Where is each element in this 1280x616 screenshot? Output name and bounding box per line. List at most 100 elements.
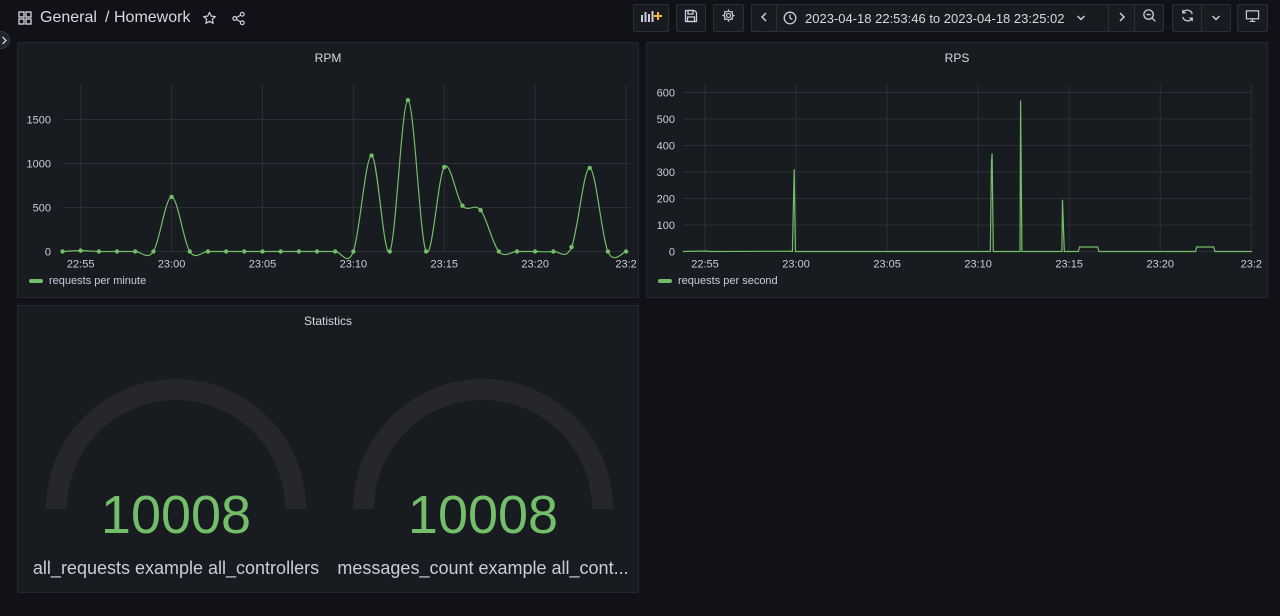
chevron-down-icon [1076,14,1086,22]
data-point [532,249,538,254]
data-point [605,249,611,254]
chart-grid [683,85,1253,252]
data-point [351,249,356,254]
save-icon [684,9,698,28]
y-tick-label: 100 [657,220,675,232]
data-point [133,249,138,254]
legend-label: requests per second [678,275,778,287]
statistics-panel[interactable]: Statistics 10008 all_requests example al… [17,305,639,593]
data-point [333,249,338,254]
data-point [114,249,120,254]
gauge-label: messages_count example all_cont... [337,558,629,578]
data-point [551,249,556,254]
data-point [569,244,574,250]
x-tick-label: 23:10 [964,259,992,271]
x-tick-label: 22:55 [691,259,719,271]
data-point [314,249,320,254]
x-tick-label: 23:00 [158,259,186,271]
legend-swatch [658,279,672,283]
data-point [514,249,520,254]
data-point [60,249,65,254]
kiosk-mode-button[interactable] [1237,4,1268,32]
refresh-icon [1180,8,1195,28]
data-point [405,97,411,103]
refresh-button[interactable] [1172,4,1202,32]
series-line [682,100,1252,253]
data-point [478,207,483,213]
gauge-label: all_requests example all_controllers [32,558,320,578]
data-point [223,249,229,254]
data-point [260,249,265,254]
data-point [242,249,247,254]
dashboard-navbar: General / Homework 2023-04-18 22:53:46 t… [0,0,1280,36]
x-tick-label: 23:00 [782,259,810,271]
gauge-value: 10008 [100,485,252,545]
data-point [96,249,102,254]
rpm-panel[interactable]: RPM 0 500 1000 1500 22:55 23:00 23:05 23:10 23:1… [17,42,639,298]
add-panel-icon [640,9,662,28]
data-point [369,153,374,158]
data-point [442,164,447,170]
zoom-out-button[interactable] [1134,4,1164,32]
x-tick-label: 22:55 [67,259,95,271]
chart-grid [63,85,630,252]
time-shift-forward-button[interactable] [1108,4,1135,32]
x-tick-label: 23:2 [615,259,636,271]
data-point [623,249,629,254]
dashboard-grid-icon[interactable] [17,10,33,26]
clock-icon [783,11,797,25]
y-tick-label: 300 [657,167,675,179]
y-tick-label: 600 [657,88,675,100]
y-tick-label: 500 [33,203,51,215]
chart-legend[interactable]: requests per minute [29,275,146,287]
chevron-down-icon [1211,9,1221,27]
y-tick-label: 500 [657,114,675,126]
data-point [460,203,465,208]
x-tick-label: 23:15 [431,259,459,271]
time-shift-back-button[interactable] [751,4,777,32]
refresh-interval-dropdown[interactable] [1201,4,1231,32]
x-tick-label: 23:15 [1055,259,1083,271]
star-icon[interactable] [201,10,217,26]
chevron-right-icon [1118,9,1126,27]
gauge-value: 10008 [407,485,559,545]
breadcrumb-folder[interactable]: General [40,8,97,28]
x-tick-label: 23:2 [1241,259,1262,271]
rpm-chart: 0 500 1000 1500 22:55 23:00 23:05 23:10 23:15 23:… [27,85,637,271]
data-point [387,249,392,254]
data-point [205,249,211,254]
y-tick-label: 1000 [27,159,51,171]
data-point [78,248,83,253]
settings-icon [721,8,736,28]
data-point [187,249,192,254]
x-tick-label: 23:05 [249,259,277,271]
data-point [169,194,174,200]
rps-panel[interactable]: RPS 0 100 200 300 400 500 600 22:55 23:00 23:05 23… [646,42,1268,298]
y-tick-label: 200 [657,194,675,206]
y-tick-label: 0 [45,247,51,259]
chevron-left-icon [760,9,768,27]
time-range-picker[interactable]: 2023-04-18 22:53:46 to 2023-04-18 23:25:… [776,4,1109,32]
data-point [151,249,156,254]
x-tick-label: 23:10 [340,259,368,271]
data-point [423,249,429,254]
share-icon[interactable] [230,10,246,26]
legend-label: requests per minute [49,275,147,287]
data-point [496,249,502,254]
chart-legend[interactable]: requests per second [658,275,778,287]
data-point [296,249,302,254]
add-panel-button[interactable] [633,4,669,32]
kiosk-icon [1245,9,1260,28]
x-tick-label: 23:20 [521,259,549,271]
dashboard-settings-button[interactable] [713,4,744,32]
x-tick-label: 23:05 [873,259,901,271]
save-dashboard-button[interactable] [676,4,706,32]
panel-title: Statistics [303,314,352,328]
chevron-right-icon [1,36,8,45]
breadcrumb-separator: / [105,9,110,26]
legend-swatch [29,279,43,283]
rps-chart: 0 100 200 300 400 500 600 22:55 23:00 23:05 23:10 2… [657,85,1262,271]
breadcrumb-dashboard-title: Homework [114,9,191,26]
data-point [278,249,283,254]
y-tick-label: 400 [657,141,675,153]
